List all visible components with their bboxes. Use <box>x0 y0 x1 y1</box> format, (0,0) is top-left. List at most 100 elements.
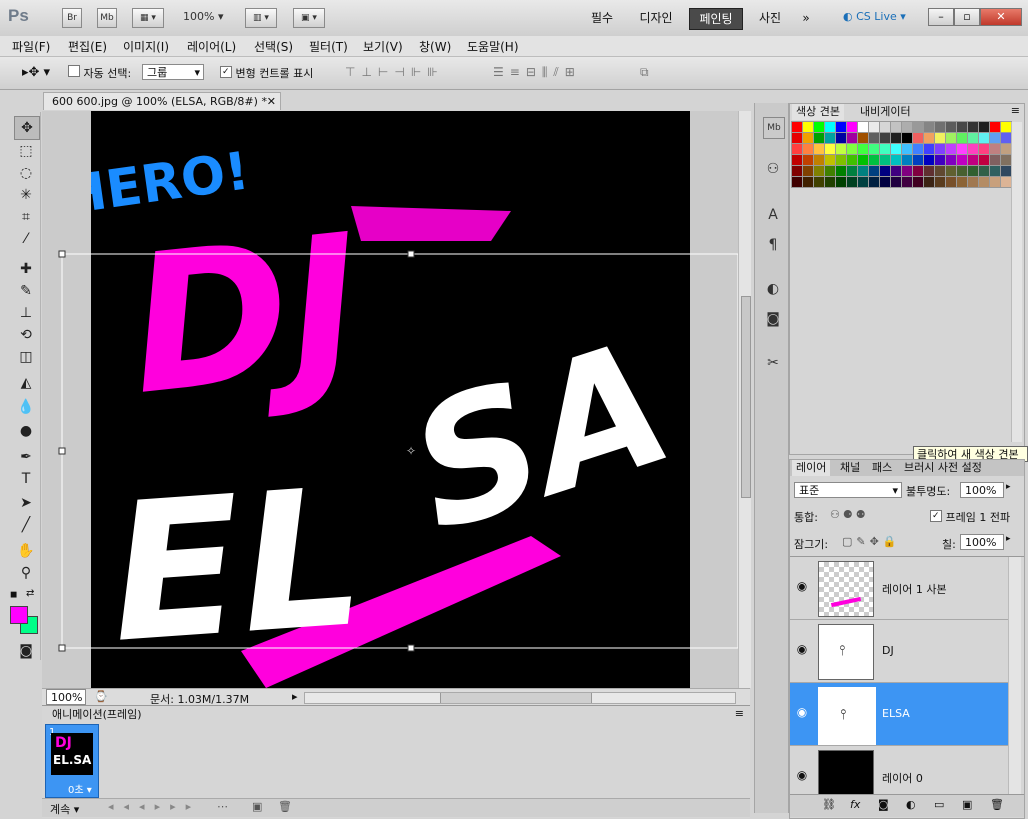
color-swatch[interactable] <box>835 154 847 166</box>
color-swatch[interactable] <box>791 132 803 144</box>
paragraph-panel-icon[interactable]: ¶ <box>763 235 783 255</box>
color-swatch[interactable] <box>967 121 979 133</box>
move-tool-icon[interactable]: ✥ <box>14 116 40 140</box>
color-swatch[interactable] <box>1000 121 1012 133</box>
foreground-color-swatch[interactable] <box>10 606 28 624</box>
color-swatch[interactable] <box>934 165 946 177</box>
color-swatch[interactable] <box>945 121 957 133</box>
tool-presets-icon[interactable]: ✂ <box>763 353 783 373</box>
minimize-button[interactable]: – <box>928 8 954 26</box>
color-swatch[interactable] <box>912 165 924 177</box>
color-swatch[interactable] <box>857 165 869 177</box>
color-swatch[interactable] <box>978 143 990 155</box>
eye-icon[interactable]: ◉ <box>794 768 810 782</box>
clone-source-icon[interactable]: ⚇ <box>763 159 783 179</box>
color-swatch[interactable] <box>824 165 836 177</box>
frame-delay[interactable]: 0초 ▾ <box>68 781 92 796</box>
color-swatch[interactable] <box>912 154 924 166</box>
mask-panel-icon[interactable]: ◙ <box>763 309 783 329</box>
transform-handle[interactable] <box>58 250 66 258</box>
maximize-button[interactable]: ▫ <box>954 8 980 26</box>
menu-filter[interactable]: 필터(T) <box>309 38 348 55</box>
color-swatch[interactable] <box>989 132 1001 144</box>
menu-file[interactable]: 파일(F) <box>12 38 50 55</box>
distribute-buttons-group[interactable]: ☰≡⊟⫼⫽⊞ <box>493 65 581 80</box>
color-swatch[interactable] <box>813 121 825 133</box>
history-brush-tool-icon[interactable]: ⟲ <box>14 324 38 346</box>
color-swatch[interactable] <box>868 143 880 155</box>
align-buttons-group[interactable]: ⊤⊥⊢⊣⊩⊪ <box>345 65 444 79</box>
color-swatch[interactable] <box>835 165 847 177</box>
propagate-frame-checkbox[interactable]: 프레임 1 전파 <box>930 509 1010 525</box>
color-swatch[interactable] <box>879 154 891 166</box>
unify-buttons[interactable]: ⚇⚈⚉ <box>830 508 869 521</box>
document-tab[interactable]: 600 600.jpg @ 100% (ELSA, RGB/8#) * ✕ <box>43 92 281 110</box>
color-swatch[interactable] <box>846 132 858 144</box>
color-swatch[interactable] <box>802 165 814 177</box>
color-swatch[interactable] <box>846 154 858 166</box>
new-layer-icon[interactable]: ▣ <box>962 798 972 811</box>
zoom-tool-icon[interactable]: ⚲ <box>14 562 38 584</box>
character-panel-icon[interactable]: A <box>763 205 783 225</box>
color-swatch[interactable] <box>901 121 913 133</box>
color-swatch[interactable] <box>989 176 1001 188</box>
transform-handle[interactable] <box>407 250 415 258</box>
color-swatch[interactable] <box>890 176 902 188</box>
path-selection-tool-icon[interactable]: ➤ <box>14 492 38 514</box>
eye-icon[interactable]: ◉ <box>794 705 810 719</box>
color-swatch[interactable] <box>835 121 847 133</box>
default-colors-icon[interactable]: ◼ <box>10 590 17 600</box>
move-tool-preset-icon[interactable]: ▸✥ ▾ <box>22 65 50 80</box>
color-swatch[interactable] <box>857 143 869 155</box>
color-swatch[interactable] <box>945 165 957 177</box>
color-swatch[interactable] <box>923 143 935 155</box>
menu-edit[interactable]: 편집(E) <box>68 38 107 55</box>
minibridge-panel-icon[interactable]: Mb <box>763 117 785 139</box>
color-swatch[interactable] <box>912 121 924 133</box>
color-swatch[interactable] <box>978 132 990 144</box>
color-swatch[interactable] <box>824 154 836 166</box>
bridge-button[interactable]: Br <box>62 8 82 28</box>
color-swatch[interactable] <box>791 143 803 155</box>
dodge-tool-icon[interactable]: ● <box>14 420 38 442</box>
minibridge-button[interactable]: Mb <box>97 8 117 28</box>
color-swatch[interactable] <box>956 132 968 144</box>
color-swatch[interactable] <box>956 121 968 133</box>
hand-tool-icon[interactable]: ✋ <box>14 540 38 562</box>
opacity-field[interactable]: 100% <box>960 482 1004 498</box>
new-group-icon[interactable]: ▭ <box>934 798 944 811</box>
workspace-essentials[interactable]: 필수 <box>580 8 624 28</box>
color-swatch[interactable] <box>890 165 902 177</box>
color-swatch[interactable] <box>1000 165 1012 177</box>
color-swatch[interactable] <box>813 132 825 144</box>
color-swatch[interactable] <box>956 143 968 155</box>
blur-tool-icon[interactable]: 💧 <box>14 396 38 418</box>
clone-stamp-tool-icon[interactable]: ⊥ <box>14 302 38 324</box>
color-swatch[interactable] <box>978 176 990 188</box>
adjustment-layer-icon[interactable]: ◐ <box>906 798 916 811</box>
more-workspaces-button[interactable]: » <box>796 8 816 28</box>
color-swatch[interactable] <box>802 143 814 155</box>
color-swatch[interactable] <box>912 143 924 155</box>
layer-row[interactable]: ◉ ⫯ DJ <box>790 620 1008 683</box>
canvas-vertical-scrollbar[interactable] <box>738 111 751 688</box>
color-swatch[interactable] <box>813 154 825 166</box>
color-swatch[interactable] <box>923 176 935 188</box>
color-swatch[interactable] <box>989 121 1001 133</box>
panel-menu-icon[interactable]: ≡ <box>1011 104 1020 117</box>
color-swatch[interactable] <box>846 176 858 188</box>
panel-menu-icon[interactable]: ≡ <box>735 707 744 720</box>
eyedropper-tool-icon[interactable]: ⁄ <box>14 228 38 250</box>
color-swatch[interactable] <box>956 154 968 166</box>
color-swatch[interactable] <box>824 176 836 188</box>
add-mask-icon[interactable]: ◙ <box>878 798 889 811</box>
color-swatch[interactable] <box>791 165 803 177</box>
color-swatch[interactable] <box>813 143 825 155</box>
lock-buttons[interactable]: ▢✎✥🔒 <box>842 535 901 548</box>
magic-wand-tool-icon[interactable]: ✳ <box>14 184 38 206</box>
color-swatch[interactable] <box>934 132 946 144</box>
color-swatch[interactable] <box>967 176 979 188</box>
color-swatch[interactable] <box>791 176 803 188</box>
color-swatch[interactable] <box>945 154 957 166</box>
animation-panel-tab[interactable]: 애니메이션(프레임) <box>48 707 146 723</box>
